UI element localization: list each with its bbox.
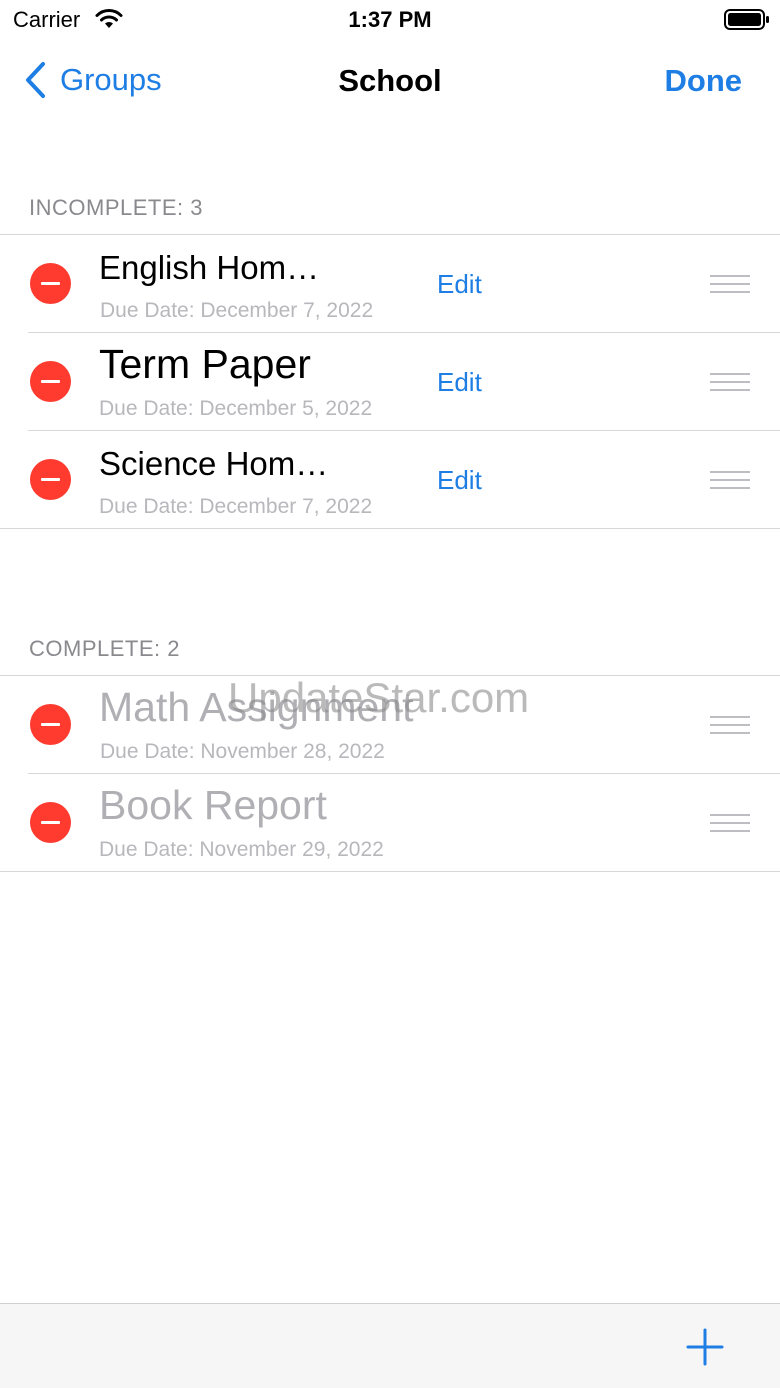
plus-icon [686,1328,724,1366]
edit-button[interactable]: Edit [437,269,482,300]
add-button[interactable] [686,1328,724,1366]
reorder-handle-icon[interactable] [710,373,750,391]
status-time: 1:37 PM [348,7,432,32]
delete-button[interactable] [30,802,71,843]
due-date: Due Date: December 5, 2022 [99,397,373,420]
navigation-bar: Groups School Done [0,50,780,110]
task-title: Science Hom… [99,445,329,482]
list-item[interactable]: Term Paper Due Date: December 5, 2022 Ed… [28,332,780,430]
reorder-handle-icon[interactable] [710,716,750,734]
section-header-incomplete: INCOMPLETE: 3 [29,195,203,220]
status-bar: Carrier 1:37 PM [0,0,780,40]
due-date: Due Date: December 7, 2022 [99,495,373,518]
section-header-complete: COMPLETE: 2 [29,636,180,661]
reorder-handle-icon[interactable] [710,471,750,489]
delete-button[interactable] [30,263,71,304]
reorder-handle-icon[interactable] [710,275,750,293]
list-item[interactable]: Book Report Due Date: November 29, 2022 [28,773,780,871]
battery-icon [724,9,770,36]
task-title: English Hom… [99,249,320,286]
delete-button[interactable] [30,459,71,500]
list-item[interactable]: Science Hom… Due Date: December 7, 2022 … [28,430,780,528]
watermark: UpdateStar.com [228,674,530,721]
task-title: Term Paper [99,341,311,387]
edit-button[interactable]: Edit [437,465,482,496]
edit-button[interactable]: Edit [437,367,482,398]
done-button[interactable]: Done [665,63,743,99]
due-date: Due Date: December 7, 2022 [100,299,374,322]
delete-button[interactable] [30,704,71,745]
bottom-toolbar [0,1303,780,1388]
delete-button[interactable] [30,361,71,402]
incomplete-list: English Hom… Due Date: December 7, 2022 … [0,234,780,529]
page-title: School [338,63,442,98]
due-date: Due Date: November 29, 2022 [99,838,384,861]
task-title: Book Report [99,782,327,828]
due-date: Due Date: November 28, 2022 [100,740,385,763]
list-item[interactable]: English Hom… Due Date: December 7, 2022 … [0,235,780,332]
reorder-handle-icon[interactable] [710,814,750,832]
